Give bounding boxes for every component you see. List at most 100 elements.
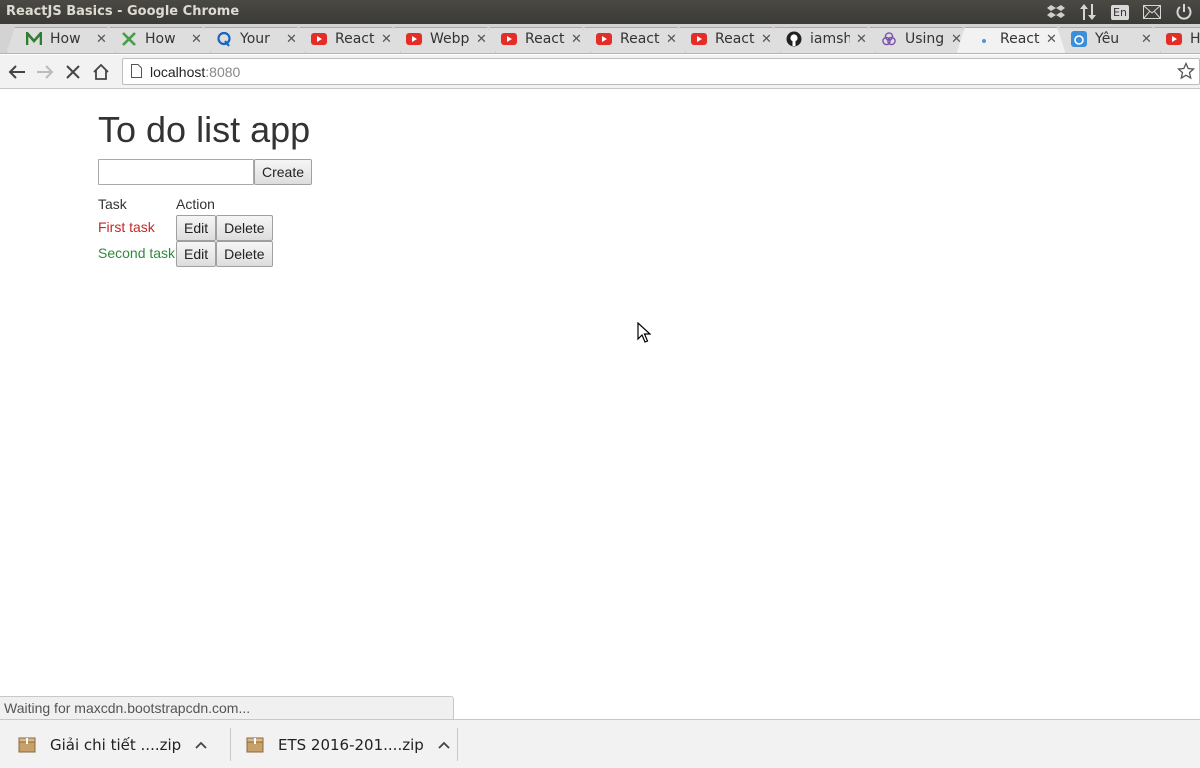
download-separator [457,728,458,761]
tab-3[interactable]: Your ✕ [216,27,297,51]
download-shelf: Giải chi tiết ....zip ETS 2016-201....zip [0,719,1200,768]
youtube-icon [311,31,327,47]
delete-button[interactable]: Delete [216,215,273,241]
power-icon[interactable] [1168,0,1200,24]
tab-close-icon[interactable]: ✕ [476,32,487,47]
system-tray: En [1040,0,1200,24]
mail-icon[interactable] [1136,0,1168,24]
tab-11[interactable]: React ✕ [976,27,1057,51]
url-text: localhost:8080 [150,64,240,80]
youtube-icon [596,31,612,47]
task-name: Second task [98,245,176,261]
tab-8[interactable]: React ✕ [691,27,772,51]
mouse-cursor-icon [637,322,651,343]
tab-6[interactable]: React ✕ [501,27,582,51]
home-icon [93,64,109,80]
page-icon [131,64,142,83]
tab-close-icon[interactable]: ✕ [1046,32,1057,47]
create-button[interactable]: Create [254,159,313,185]
tab-close-icon[interactable]: ✕ [856,32,867,47]
tab-13[interactable]: Ha [1166,27,1200,51]
github-icon [786,31,802,47]
tab-4[interactable]: React ✕ [311,27,392,51]
tab-close-icon[interactable]: ✕ [951,32,962,47]
tab-12[interactable]: Yêu ✕ [1071,27,1152,51]
loading-icon [976,31,992,47]
edit-button[interactable]: Edit [176,241,217,267]
forward-arrow-icon [37,65,54,79]
tab-title: React [335,31,375,47]
redux-icon [881,31,897,47]
address-bar[interactable]: localhost:8080 [122,58,1200,85]
tab-close-icon[interactable]: ✕ [381,32,392,47]
task-actions: Edit Delete [176,215,273,241]
column-header-action: Action [176,196,215,212]
site-icon [1071,31,1087,47]
tab-close-icon[interactable]: ✕ [571,32,582,47]
tab-close-icon[interactable]: ✕ [191,32,202,47]
back-arrow-icon [8,65,25,79]
bookmark-star-icon[interactable] [1176,61,1196,85]
task-name: First task [98,219,155,235]
window-title-bar: ReactJS Basics - Google Chrome En [0,0,1200,24]
status-text: Waiting for maxcdn.bootstrapcdn.com... [4,700,251,716]
chevron-up-icon[interactable] [195,741,207,749]
tab-title: Webpack [430,31,470,47]
tab-title: Using [905,31,945,47]
dropbox-icon[interactable] [1040,0,1072,24]
home-button[interactable] [90,61,112,83]
youtube-icon [1166,31,1182,47]
close-icon [66,65,80,79]
tab-title: React [715,31,755,47]
tab-1[interactable]: How ✕ [26,27,107,51]
status-bubble: Waiting for maxcdn.bootstrapcdn.com... [0,696,454,719]
forward-button[interactable] [34,61,56,83]
task-actions: Edit Delete [176,241,273,267]
youtube-icon [406,31,422,47]
download-filename: ETS 2016-201....zip [278,735,424,754]
tab-7[interactable]: React ✕ [596,27,677,51]
youtube-icon [501,31,517,47]
task-input[interactable] [98,159,254,185]
download-filename: Giải chi tiết ....zip [50,735,182,754]
page-title: To do list app [98,109,311,150]
logo-x-icon [121,31,137,47]
tab-title: React [620,31,660,47]
tab-strip: How✕How✕Your✕React✕Webpack✕React✕React✕R… [0,24,1200,54]
youtube-icon [691,31,707,47]
tab-close-icon[interactable]: ✕ [96,32,107,47]
download-item[interactable]: ETS 2016-201....zip [246,720,450,768]
tab-title: React [525,31,565,47]
tab-title: How [50,31,81,47]
chevron-up-icon[interactable] [438,741,450,749]
tab-close-icon[interactable]: ✕ [1141,32,1152,47]
tab-title: iamsh [810,31,850,47]
tab-title: Yêu [1095,31,1120,47]
tab-10[interactable]: Using ✕ [881,27,962,51]
tab-close-icon[interactable]: ✕ [666,32,677,47]
medium-icon [26,31,42,47]
tab-close-icon[interactable]: ✕ [761,32,772,47]
delete-button[interactable]: Delete [216,241,273,267]
archive-file-icon [246,737,264,752]
todo-app: To do list app Create Task Action First … [98,109,313,267]
tab-9[interactable]: iamsh ✕ [786,27,867,51]
tab-title: React [1000,31,1040,47]
tab-title: Ha [1190,31,1200,47]
tab-title: Your [240,31,270,47]
stop-button[interactable] [62,61,84,83]
archive-file-icon [18,737,36,752]
download-item[interactable]: Giải chi tiết ....zip [18,720,207,768]
network-transfer-icon[interactable] [1072,0,1104,24]
edit-button[interactable]: Edit [176,215,217,241]
back-button[interactable] [6,61,28,83]
keyboard-language-indicator[interactable]: En [1104,0,1136,24]
url-host: localhost [150,64,206,80]
tab-5[interactable]: Webpack ✕ [406,27,487,51]
download-separator [230,728,231,761]
window-title: ReactJS Basics - Google Chrome [6,4,240,19]
column-header-task: Task [98,196,127,212]
create-task-form: Create [98,159,313,185]
tab-close-icon[interactable]: ✕ [286,32,297,47]
tab-2[interactable]: How ✕ [121,27,202,51]
